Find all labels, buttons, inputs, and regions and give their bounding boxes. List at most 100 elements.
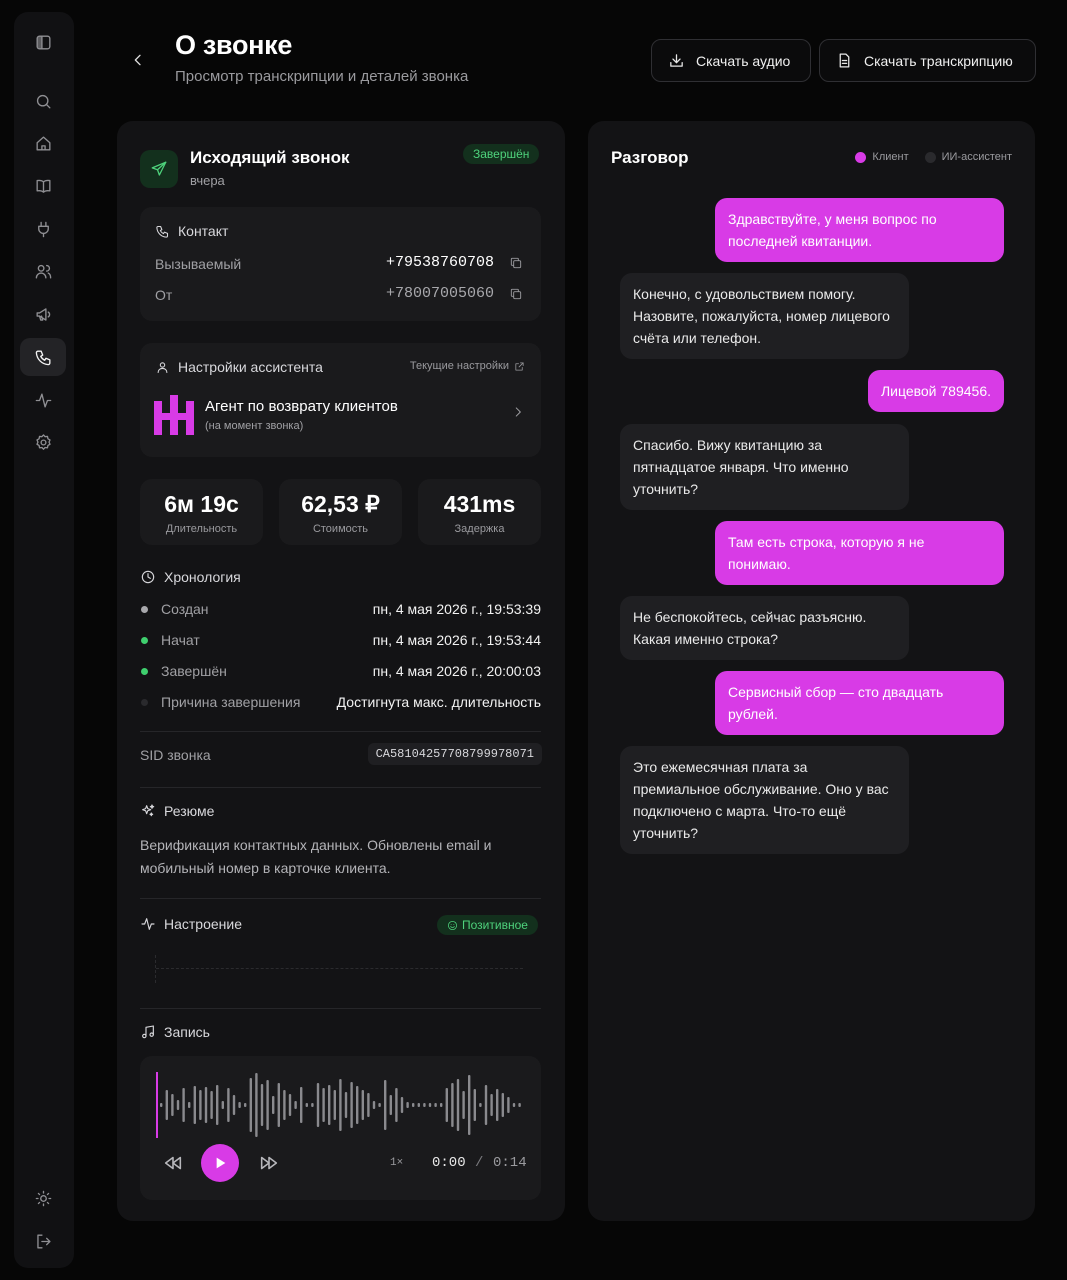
message-line: последней квитанции. xyxy=(728,233,873,249)
message-line: Какая именно строка? xyxy=(633,631,778,647)
agent-open-button[interactable] xyxy=(511,405,525,422)
copy-icon xyxy=(510,257,522,269)
call-when: вчера xyxy=(190,173,225,188)
message-line: Здравствуйте, у меня вопрос по xyxy=(728,211,937,227)
message-line: Спасибо. Вижу квитанцию за xyxy=(633,437,823,453)
copy-from-button[interactable] xyxy=(509,287,523,304)
sidebar-item-analytics[interactable] xyxy=(20,381,66,419)
assistant-settings-card: Настройки ассистента Текущие настройки А… xyxy=(140,343,541,457)
page-title: О звонке xyxy=(175,30,293,60)
message-line: Сервисный сбор — сто двадцать xyxy=(728,684,944,700)
sidebar xyxy=(14,12,74,1268)
timeline-value: пн, 4 мая 2026 г., 19:53:39 xyxy=(372,601,541,617)
waveform-bar xyxy=(400,1097,404,1113)
contact-card: Контакт Вызываемый +79538760708 От +7800… xyxy=(140,207,541,321)
waveform-bar xyxy=(322,1088,325,1122)
sidebar-item-calls[interactable] xyxy=(20,338,66,376)
waveform-bar xyxy=(372,1101,376,1109)
callee-label: Вызываемый xyxy=(155,256,242,272)
copy-callee-button[interactable] xyxy=(509,256,523,273)
waveform-bar xyxy=(496,1089,499,1121)
logout-icon xyxy=(36,1233,51,1249)
playback-speed[interactable]: 1× xyxy=(390,1157,403,1169)
message-assistant: Конечно, с удовольствием помогу. Назовит… xyxy=(620,273,909,359)
download-icon xyxy=(670,54,683,67)
conversation-panel: Разговор Клиент ИИ-ассистент Здравствуйт… xyxy=(588,121,1035,1221)
from-label: От xyxy=(155,287,173,303)
plug-icon xyxy=(37,221,49,237)
timeline-dot xyxy=(141,605,148,613)
mood-chart xyxy=(155,955,523,983)
message-line: Там есть строка, которую я не xyxy=(728,534,925,550)
recording-heading: Запись xyxy=(164,1024,210,1040)
message-line: Это ежемесячная плата за xyxy=(633,759,808,775)
sidebar-item-home[interactable] xyxy=(20,124,66,162)
stat-cost-value: 62,53 ₽ xyxy=(301,491,380,517)
clock-icon xyxy=(141,570,155,584)
rewind-button[interactable] xyxy=(162,1152,184,1177)
waveform-bar xyxy=(216,1085,219,1125)
message-line: Назовите, пожалуйста, номер лицевого xyxy=(633,308,890,324)
sidebar-item-knowledge[interactable] xyxy=(20,167,66,205)
theme-toggle-button[interactable] xyxy=(20,1179,66,1217)
timeline-label: Начат xyxy=(161,632,200,648)
sidebar-item-integrations[interactable] xyxy=(20,210,66,248)
sidebar-item-campaigns[interactable] xyxy=(20,295,66,333)
waveform-bar xyxy=(389,1095,392,1115)
conversation-legend: Клиент ИИ-ассистент xyxy=(855,151,1012,163)
waveform-bar xyxy=(272,1096,275,1114)
waveform-bar xyxy=(255,1073,258,1137)
message-client: Здравствуйте, у меня вопрос по последней… xyxy=(715,198,1004,262)
waveform-bar xyxy=(176,1100,180,1110)
current-time: 0:00 xyxy=(432,1155,466,1171)
waveform-bar xyxy=(384,1080,387,1130)
waveform-bar xyxy=(451,1083,454,1127)
play-icon xyxy=(216,1157,226,1169)
message-client: Лицевой 789456. xyxy=(867,370,1004,412)
contact-heading: Контакт xyxy=(178,223,229,239)
current-settings-link[interactable]: Текущие настройки xyxy=(410,360,525,372)
message-assistant: Это ежемесячная плата за премиальное обс… xyxy=(620,746,909,854)
page-subtitle: Просмотр транскрипции и деталей звонка xyxy=(175,68,469,85)
outgoing-call-badge xyxy=(140,150,178,188)
timeline-row: Начат пн, 4 мая 2026 г., 19:53:44 xyxy=(141,630,541,650)
waveform-bar xyxy=(204,1087,208,1123)
download-transcript-button[interactable]: Скачать транскрипцию xyxy=(819,39,1036,82)
logout-button[interactable] xyxy=(20,1222,66,1260)
smile-icon xyxy=(447,920,458,930)
chevron-right-icon xyxy=(515,407,521,417)
waveform-bar xyxy=(490,1094,493,1116)
waveform-bar xyxy=(417,1103,420,1107)
back-button[interactable] xyxy=(126,48,150,72)
waveform-bar xyxy=(188,1102,191,1108)
sidebar-toggle-icon xyxy=(35,34,51,50)
message-line: счёта или телефон. xyxy=(633,330,762,346)
sidebar-item-contacts[interactable] xyxy=(20,252,66,290)
waveform-bar xyxy=(328,1085,331,1125)
timeline-label: Создан xyxy=(161,601,209,617)
total-time: 0:14 xyxy=(493,1155,527,1171)
download-transcript-label: Скачать транскрипцию xyxy=(864,52,1013,69)
play-button[interactable] xyxy=(201,1144,239,1182)
stat-duration: 6м 19с Длительность xyxy=(140,479,263,545)
sidebar-item-search[interactable] xyxy=(20,82,66,120)
message-line: Не беспокойтесь, сейчас разъясню. xyxy=(633,609,867,625)
activity-small-icon xyxy=(141,918,155,930)
download-audio-button[interactable]: Скачать аудио xyxy=(651,39,811,82)
sidebar-item-settings[interactable] xyxy=(20,423,66,461)
waveform-bar xyxy=(288,1094,292,1116)
chevron-left-icon xyxy=(134,54,141,66)
copy-icon xyxy=(510,288,522,300)
waveform-bar xyxy=(473,1089,476,1121)
forward-button[interactable] xyxy=(258,1152,280,1177)
legend-label-assistant: ИИ-ассистент xyxy=(941,151,1012,163)
waveform[interactable] xyxy=(154,1064,524,1146)
status-badge: Завершён xyxy=(463,144,540,164)
audio-player: 1× 0:00 / 0:14 xyxy=(140,1056,541,1200)
summary-heading: Резюме xyxy=(164,803,215,819)
waveform-bar xyxy=(333,1090,336,1120)
playhead[interactable] xyxy=(156,1072,158,1138)
sidebar-toggle-button[interactable] xyxy=(20,23,66,61)
waveform-bar xyxy=(277,1083,280,1127)
agent-logo-icon xyxy=(154,395,194,435)
